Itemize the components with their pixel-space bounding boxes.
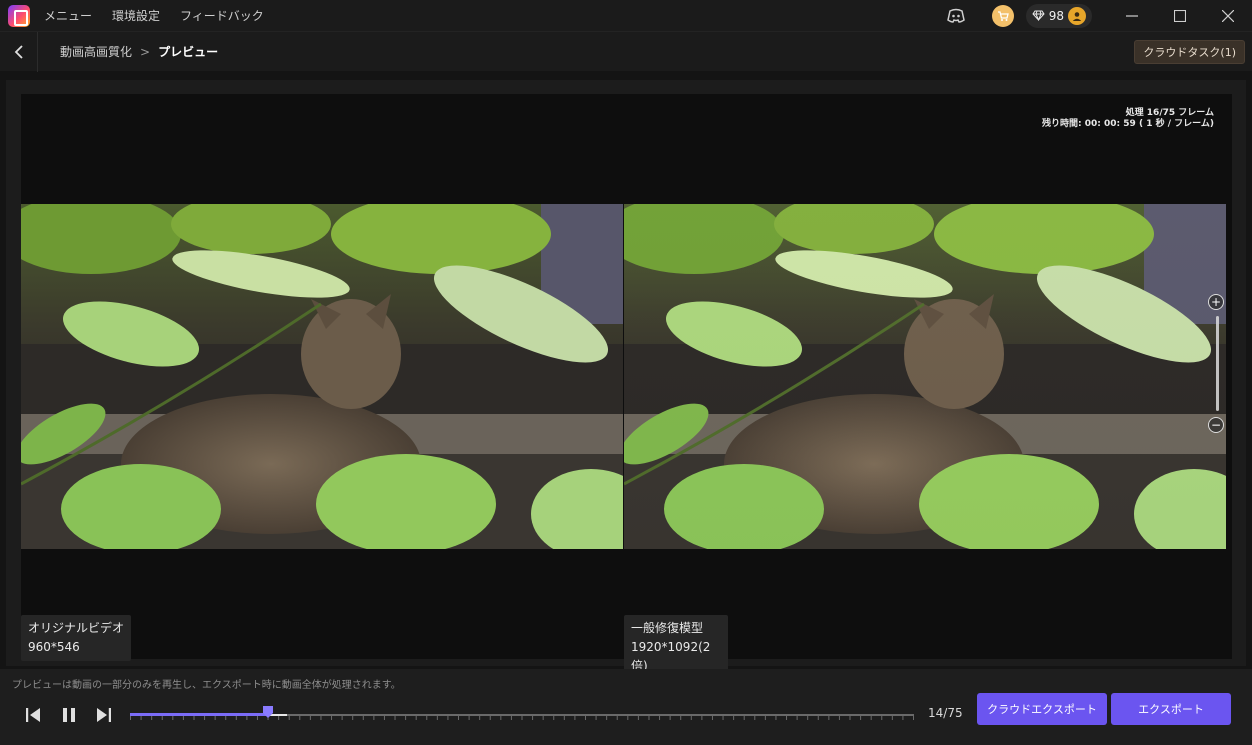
timeline-slider[interactable] — [130, 706, 914, 724]
next-frame-button[interactable] — [93, 705, 115, 725]
preview-panel: 処理 16/75 フレーム 残り時間: 00: 00: 59 ( 1 秒 / フ… — [6, 80, 1246, 680]
chevron-left-icon — [14, 44, 23, 59]
close-icon[interactable] — [1204, 0, 1252, 31]
menu-bar: メニュー 環境設定 フィードバック — [44, 7, 264, 24]
zoom-slider[interactable] — [1215, 316, 1219, 411]
menu-item-feedback[interactable]: フィードバック — [180, 7, 264, 24]
timeline-ticks — [130, 716, 914, 720]
enhanced-overlay — [624, 204, 1226, 549]
menu-item-settings[interactable]: 環境設定 — [112, 7, 160, 24]
zoom-control: + − — [1208, 294, 1226, 444]
breadcrumb: 動画高画質化 > プレビュー — [60, 43, 218, 60]
breadcrumb-parent[interactable]: 動画高画質化 — [60, 43, 132, 60]
discord-icon[interactable] — [946, 6, 966, 26]
original-video-label: オリジナルビデオ 960*546 — [21, 615, 131, 661]
nav-bar: 動画高画質化 > プレビュー クラウドタスク(1) — [0, 31, 1252, 72]
app-logo — [8, 4, 30, 27]
maximize-icon[interactable] — [1156, 0, 1204, 31]
diamond-icon — [1032, 10, 1045, 21]
timeline-playhead[interactable] — [262, 706, 273, 718]
export-button[interactable]: エクスポート — [1111, 693, 1231, 725]
pause-button[interactable] — [58, 705, 80, 725]
cat-photo-original — [21, 204, 623, 549]
playback-bar: プレビューは動画の一部分のみを再生し、エクスポート時に動画全体が処理されます。 … — [0, 669, 1252, 745]
menu-item-menu[interactable]: メニュー — [44, 7, 92, 24]
original-video-title: オリジナルビデオ — [28, 621, 125, 635]
credits-count: 98 — [1048, 8, 1064, 23]
cart-icon[interactable] — [991, 4, 1014, 27]
zoom-in-icon[interactable]: + — [1208, 294, 1224, 310]
cloud-export-button[interactable]: クラウドエクスポート — [977, 693, 1107, 725]
preview-hint: プレビューは動画の一部分のみを再生し、エクスポート時に動画全体が処理されます。 — [12, 680, 401, 691]
video-stage: 処理 16/75 フレーム 残り時間: 00: 00: 59 ( 1 秒 / フ… — [21, 94, 1232, 680]
user-avatar-icon[interactable] — [1068, 6, 1086, 25]
previous-frame-button[interactable] — [22, 705, 44, 725]
processing-status: 処理 16/75 フレーム 残り時間: 00: 00: 59 ( 1 秒 / フ… — [1042, 108, 1214, 130]
breadcrumb-separator: > — [140, 44, 151, 59]
step-forward-icon — [97, 708, 111, 722]
back-button[interactable] — [0, 31, 38, 72]
enhanced-model-title: 一般修復模型 — [631, 621, 704, 635]
credits-badge[interactable]: 98 — [1025, 3, 1092, 28]
pause-icon — [63, 708, 75, 722]
minimize-icon[interactable] — [1108, 0, 1156, 31]
cloud-task-button[interactable]: クラウドタスク(1) — [1134, 40, 1245, 64]
enhanced-video-frame — [624, 204, 1226, 549]
frame-counter: 14/75 — [928, 706, 963, 720]
original-video-frame — [21, 204, 623, 549]
original-video-resolution: 960*546 — [28, 640, 80, 654]
step-back-icon — [26, 708, 40, 722]
processing-remaining: 残り時間: 00: 00: 59 ( 1 秒 / フレーム) — [1042, 119, 1214, 129]
processing-frames: 処理 16/75 フレーム — [1125, 108, 1214, 118]
title-bar: メニュー 環境設定 フィードバック 98 — [0, 0, 1252, 31]
zoom-out-icon[interactable]: − — [1208, 417, 1224, 433]
breadcrumb-current: プレビュー — [158, 45, 219, 59]
